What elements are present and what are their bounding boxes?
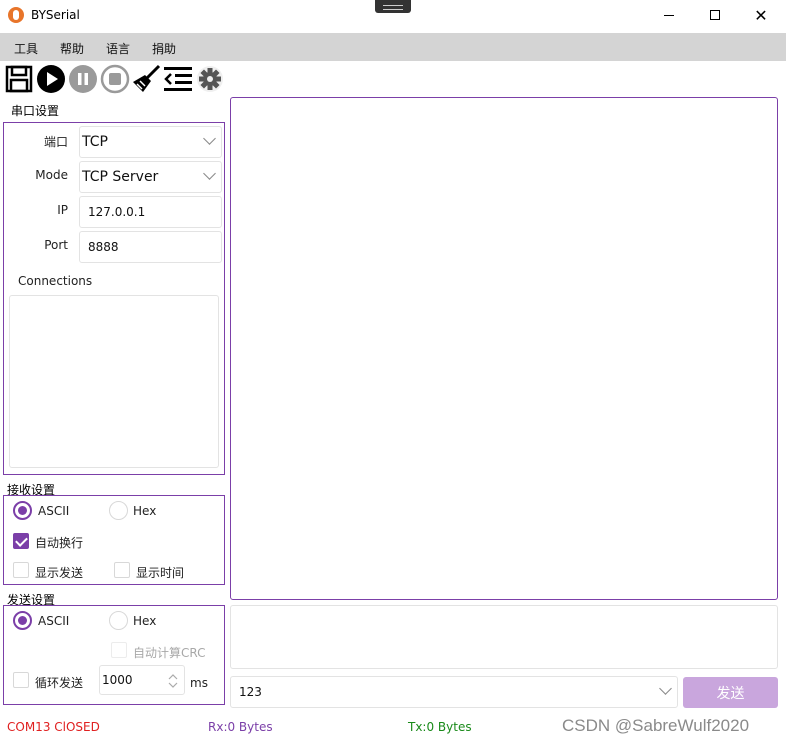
play-icon: [37, 65, 65, 93]
menu-bar: 工具 帮助 语言 捐助: [0, 33, 786, 61]
close-icon: ✕: [754, 5, 768, 25]
gear-icon: [197, 66, 223, 92]
chevron-down-icon: [203, 132, 216, 145]
auto-crc-label: 自动计算CRC: [133, 646, 206, 660]
ip-input[interactable]: [80, 197, 221, 227]
show-send-label: 显示发送: [35, 566, 84, 580]
port-number-field[interactable]: [79, 231, 222, 263]
send-text-area[interactable]: [230, 605, 778, 669]
connections-list[interactable]: [9, 295, 219, 468]
send-hex-radio[interactable]: [109, 611, 128, 630]
receive-hex-label: Hex: [133, 504, 157, 518]
drag-handle[interactable]: [375, 0, 411, 13]
send-ascii-label: ASCII: [38, 614, 70, 628]
ip-label: IP: [57, 203, 68, 217]
maximize-icon: [710, 10, 720, 20]
menu-tools[interactable]: 工具: [14, 40, 38, 57]
pause-icon: [69, 65, 97, 93]
status-tx: Tx:0 Bytes: [408, 720, 472, 734]
close-button[interactable]: ✕: [738, 0, 784, 30]
status-rx: Rx:0 Bytes: [208, 720, 273, 734]
receive-display-area[interactable]: [230, 97, 778, 600]
menu-language[interactable]: 语言: [106, 40, 130, 57]
clear-icon: [133, 64, 161, 92]
serial-settings-title: 串口设置: [11, 104, 60, 118]
receive-ascii-label: ASCII: [38, 504, 70, 518]
window-title: BYSerial: [31, 8, 80, 22]
loop-interval-stepper[interactable]: [99, 665, 185, 695]
send-history-select[interactable]: 123: [230, 676, 678, 708]
title-bar: BYSerial ✕: [0, 0, 786, 32]
show-time-label: 显示时间: [136, 566, 185, 580]
pause-button[interactable]: [68, 64, 98, 94]
menu-donate[interactable]: 捐助: [152, 40, 176, 57]
minimize-icon: [664, 14, 674, 16]
status-com: COM13 ClOSED: [7, 720, 100, 734]
menu-help[interactable]: 帮助: [60, 40, 84, 57]
auto-newline-checkbox[interactable]: [13, 533, 29, 549]
receive-ascii-radio[interactable]: [13, 501, 32, 520]
chevron-down-icon: [203, 167, 216, 180]
maximize-button[interactable]: [692, 0, 738, 30]
chevron-down-icon: [659, 682, 672, 695]
clear-button[interactable]: [131, 64, 161, 94]
minimize-button[interactable]: [646, 0, 692, 30]
receive-settings-panel: ASCII Hex 自动换行 显示发送 显示时间: [3, 495, 225, 585]
send-settings-panel: ASCII Hex 自动计算CRC 循环发送 ms: [3, 605, 225, 705]
mode-select-value: TCP Server: [82, 169, 159, 185]
send-hex-label: Hex: [133, 614, 157, 628]
interval-unit-label: ms: [190, 676, 208, 690]
toolbar: [4, 64, 234, 95]
indent-icon: [164, 67, 192, 91]
send-button[interactable]: 发送: [683, 677, 778, 708]
start-button[interactable]: [36, 64, 66, 94]
auto-newline-label: 自动换行: [35, 536, 84, 550]
stop-button[interactable]: [100, 64, 130, 94]
stop-icon: [100, 64, 130, 94]
loop-send-checkbox[interactable]: [13, 672, 29, 688]
stepper-arrows-icon: [168, 674, 178, 688]
save-button[interactable]: [4, 64, 34, 94]
settings-button[interactable]: [195, 64, 225, 94]
show-send-checkbox[interactable]: [13, 562, 29, 578]
port-number-label: Port: [44, 238, 68, 252]
indent-button[interactable]: [163, 64, 193, 94]
port-label: 端口: [43, 135, 68, 149]
send-ascii-radio[interactable]: [13, 611, 32, 630]
serial-settings-panel: 端口 TCP Mode TCP Server IP Port Connectio…: [3, 122, 225, 475]
mode-select[interactable]: TCP Server: [79, 161, 222, 193]
save-icon: [5, 65, 33, 93]
port-select-value: TCP: [82, 134, 108, 150]
loop-send-label: 循环发送: [35, 676, 84, 690]
app-logo-icon: [8, 7, 24, 23]
mode-label: Mode: [35, 168, 68, 182]
show-time-checkbox[interactable]: [114, 562, 130, 578]
port-select[interactable]: TCP: [79, 126, 222, 158]
send-history-value: 123: [239, 685, 262, 699]
receive-hex-radio[interactable]: [109, 501, 128, 520]
port-number-input[interactable]: [80, 232, 221, 262]
connections-label: Connections: [18, 274, 93, 288]
auto-crc-checkbox[interactable]: [111, 642, 127, 658]
ip-field[interactable]: [79, 196, 222, 228]
watermark: CSDN @SabreWulf2020: [562, 716, 750, 735]
